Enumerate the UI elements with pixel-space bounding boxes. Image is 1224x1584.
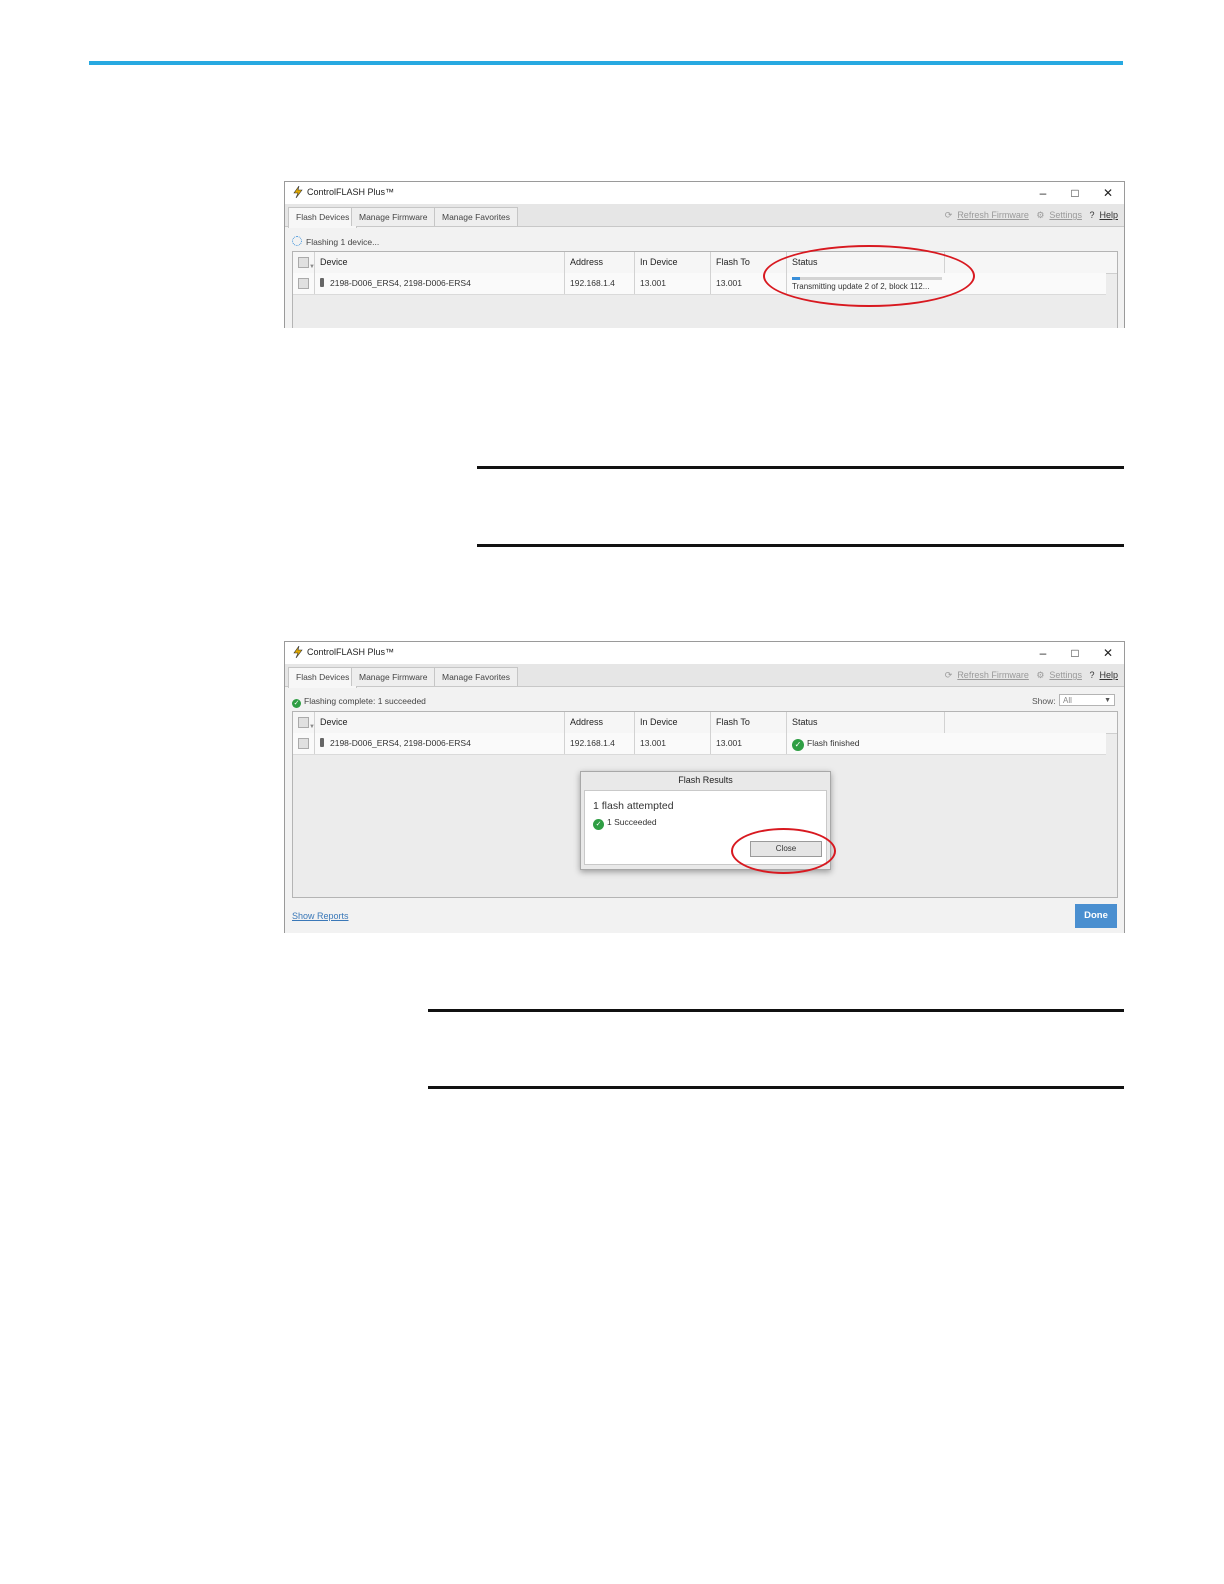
gear-icon: ⚙ [1036,210,1045,220]
flash-status-text: Flashing 1 device... [306,237,380,247]
show-filter-select[interactable]: All ▼ [1059,694,1115,706]
column-device[interactable]: Device [314,252,565,273]
tab-manage-favorites[interactable]: Manage Favorites [434,667,519,686]
address-cell: 192.168.1.4 [564,273,634,294]
section-rule [477,466,1124,469]
grid-header: ▼ Device Address In Device Flash To Stat… [293,712,1117,734]
gear-icon: ⚙ [1036,670,1045,680]
device-icon [320,278,324,287]
refresh-icon: ⟳ [944,210,953,220]
close-icon[interactable]: ✕ [1098,644,1118,662]
show-filter-label: Show: [1032,696,1056,706]
select-all-checkbox[interactable] [298,257,309,268]
select-all-cell: ▼ [293,252,314,273]
spinner-icon [292,236,302,246]
refresh-icon: ⟳ [944,670,953,680]
refresh-firmware-link[interactable]: Refresh Firmware [957,670,1029,680]
app-icon [293,186,303,198]
status-text: Flash finished [807,738,860,748]
toolbar-links: ⟳ Refresh Firmware ⚙ Settings ? Help [940,210,1118,221]
app-icon [293,646,303,658]
grid-header: ▼ Device Address In Device Flash To Stat… [293,252,1117,274]
show-reports-link[interactable]: Show Reports [292,911,349,921]
row-checkbox[interactable] [298,738,309,749]
device-grid: ▼ Device Address In Device Flash To Stat… [292,251,1118,328]
column-status[interactable]: Status [786,712,945,733]
controlflash-window-flashing: ControlFLASH Plus™ – □ ✕ Flash Devices M… [284,181,1125,328]
controlflash-window-complete: ControlFLASH Plus™ – □ ✕ Flash Devices M… [284,641,1125,933]
select-all-cell: ▼ [293,712,314,733]
settings-link[interactable]: Settings [1049,670,1082,680]
flash-status-line: Flashing 1 device... [292,236,379,247]
tab-flash-devices[interactable]: Flash Devices [288,207,358,228]
table-row[interactable]: 2198-D006_ERS4, 2198-D006-ERS4 192.168.1… [293,273,1106,295]
column-address[interactable]: Address [564,252,634,273]
flash-status-text: Flashing complete: 1 succeeded [304,696,426,706]
maximize-icon[interactable]: □ [1065,644,1085,662]
done-button[interactable]: Done [1075,904,1117,928]
check-circle-icon: ✓ [792,739,804,751]
flash-to-cell: 13.001 [710,733,786,754]
help-icon: ? [1089,210,1095,220]
in-device-cell: 13.001 [634,273,710,294]
device-name: 2198-D006_ERS4, 2198-D006-ERS4 [330,278,471,288]
in-device-cell: 13.001 [634,733,710,754]
row-select-cell [293,733,314,754]
flash-status-line: ✓ Flashing complete: 1 succeeded [292,696,426,708]
row-select-cell [293,273,314,294]
tab-manage-firmware[interactable]: Manage Firmware [351,207,436,226]
help-icon: ? [1089,670,1095,680]
show-filter-value: All [1063,696,1072,705]
minimize-icon[interactable]: – [1033,184,1053,202]
address-cell: 192.168.1.4 [564,733,634,754]
maximize-icon[interactable]: □ [1065,184,1085,202]
column-in-device[interactable]: In Device [634,252,710,273]
device-name: 2198-D006_ERS4, 2198-D006-ERS4 [330,738,471,748]
succeeded-line: ✓ 1 Succeeded [593,817,657,830]
check-circle-icon: ✓ [292,699,301,708]
column-in-device[interactable]: In Device [634,712,710,733]
tab-manage-favorites[interactable]: Manage Favorites [434,207,519,226]
refresh-firmware-link[interactable]: Refresh Firmware [957,210,1029,220]
settings-link[interactable]: Settings [1049,210,1082,220]
close-highlight-oval [731,828,836,874]
minimize-icon[interactable]: – [1033,644,1053,662]
row-checkbox[interactable] [298,278,309,289]
select-all-checkbox[interactable] [298,717,309,728]
tab-manage-firmware[interactable]: Manage Firmware [351,667,436,686]
title-bar: ControlFLASH Plus™ – □ ✕ [285,642,1124,664]
dialog-title: Flash Results [678,775,733,785]
toolbar-links: ⟳ Refresh Firmware ⚙ Settings ? Help [940,670,1118,681]
status-cell: ✓ Flash finished [786,733,945,754]
chevron-down-icon: ▼ [1104,697,1111,704]
window-title: ControlFLASH Plus™ [307,187,395,197]
section-rule [428,1009,1124,1012]
table-row[interactable]: 2198-D006_ERS4, 2198-D006-ERS4 192.168.1… [293,733,1106,755]
help-link[interactable]: Help [1099,210,1118,220]
section-rule [428,1086,1124,1089]
status-highlight-oval [763,245,975,307]
tab-flash-devices[interactable]: Flash Devices [288,667,358,688]
section-rule [477,544,1124,547]
column-device[interactable]: Device [314,712,565,733]
column-flash-to[interactable]: Flash To [710,712,786,733]
succeeded-text: 1 Succeeded [607,817,657,827]
column-spacer [944,712,1110,733]
device-cell: 2198-D006_ERS4, 2198-D006-ERS4 [314,733,565,754]
page-header-rule [89,61,1123,65]
column-address[interactable]: Address [564,712,634,733]
close-icon[interactable]: ✕ [1098,184,1118,202]
check-circle-icon: ✓ [593,819,604,830]
title-bar: ControlFLASH Plus™ – □ ✕ [285,182,1124,204]
flash-attempted-text: 1 flash attempted [593,800,674,812]
device-cell: 2198-D006_ERS4, 2198-D006-ERS4 [314,273,565,294]
window-title: ControlFLASH Plus™ [307,647,395,657]
help-link[interactable]: Help [1099,670,1118,680]
device-icon [320,738,324,747]
